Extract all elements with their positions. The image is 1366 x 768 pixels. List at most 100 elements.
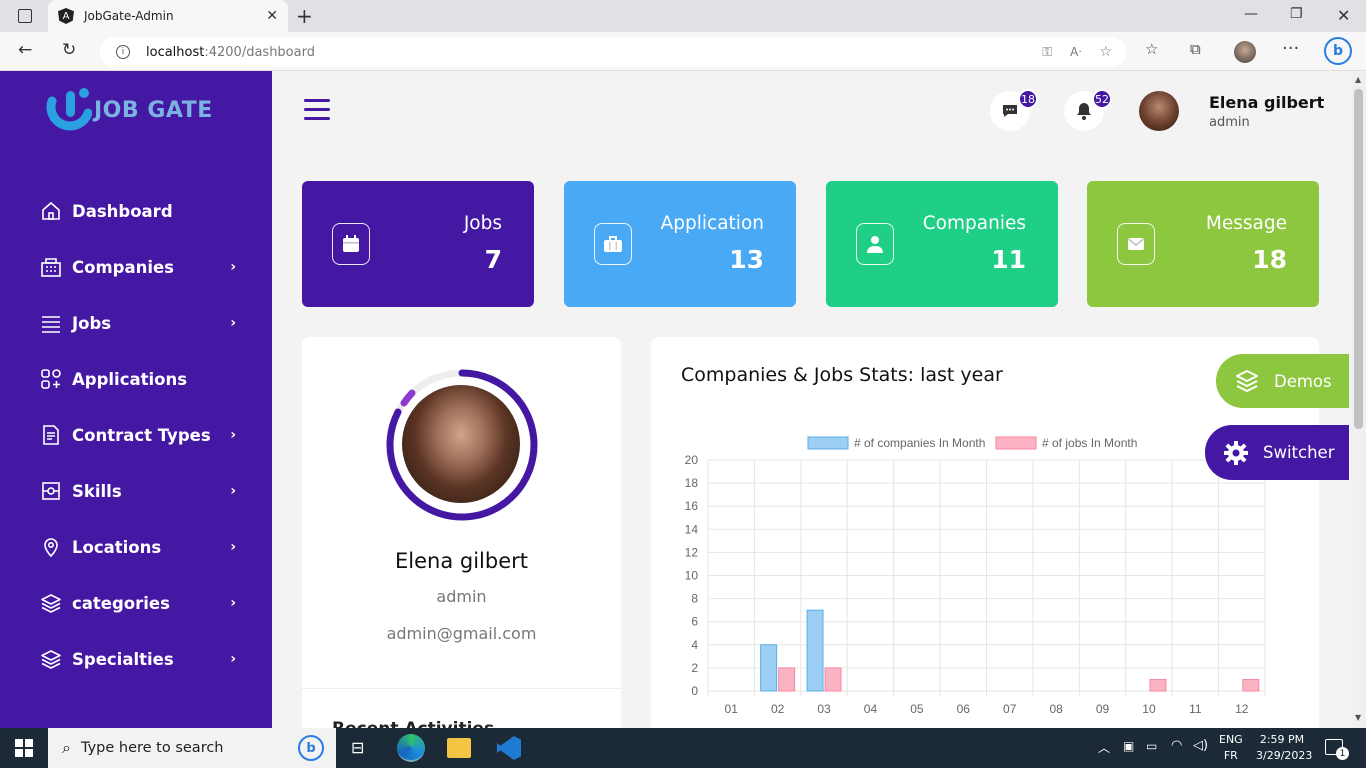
- stat-title: Jobs: [463, 213, 502, 234]
- sidebar-item-jobs[interactable]: Jobs ›: [0, 295, 272, 351]
- stat-card-message[interactable]: Message 18: [1087, 181, 1319, 307]
- collections-icon[interactable]: ⧉: [1190, 40, 1201, 58]
- bing-icon[interactable]: b: [1324, 37, 1352, 65]
- switcher-button[interactable]: Switcher: [1205, 425, 1349, 480]
- layers-icon: [40, 648, 62, 670]
- language-indicator[interactable]: ENG FR: [1219, 732, 1243, 764]
- sidebar-item-skills[interactable]: Skills ›: [0, 463, 272, 519]
- more-icon[interactable]: ···: [1282, 38, 1299, 59]
- logo-text: JOB GATE: [94, 97, 213, 123]
- logo-mark-icon: [44, 83, 93, 137]
- x-tick-label: 11: [1189, 702, 1202, 716]
- demos-button[interactable]: Demos: [1216, 354, 1349, 408]
- sidebar-item-locations[interactable]: Locations ›: [0, 519, 272, 575]
- stat-title: Companies: [922, 213, 1026, 234]
- sidebar-item-categories[interactable]: categories ›: [0, 575, 272, 631]
- sidebar-item-applications[interactable]: Applications: [0, 351, 272, 407]
- stats-chart-card: Companies & Jobs Stats: last year # of c…: [651, 337, 1319, 728]
- battery-icon[interactable]: ▭: [1146, 739, 1157, 753]
- clock[interactable]: 2:59 PM 3/29/2023: [1256, 732, 1312, 764]
- minimize-icon[interactable]: —: [1244, 6, 1258, 22]
- lang-bottom: FR: [1223, 749, 1238, 762]
- sidebar-item-contract-types[interactable]: Contract Types ›: [0, 407, 272, 463]
- profile-avatar-icon[interactable]: [1234, 41, 1256, 63]
- search-placeholder: Type here to search: [80, 740, 224, 756]
- recent-activities-title: Recent Activities: [332, 719, 494, 728]
- meet-icon[interactable]: ▣: [1123, 739, 1134, 753]
- sidebar: JOB GATE Dashboard Companies › Jobs › Appl…: [0, 71, 272, 728]
- address-bar-row: ← ↻ i localhost:4200/dashboard ⚿ Aᐧ ☆ ☆ …: [0, 32, 1366, 71]
- x-tick-label: 01: [725, 702, 739, 716]
- hamburger-menu-icon[interactable]: [304, 99, 330, 120]
- back-icon[interactable]: ←: [18, 40, 32, 60]
- scroll-up-icon[interactable]: ▲: [1355, 75, 1361, 84]
- notifications-badge: 52: [1092, 89, 1112, 109]
- location-pin-icon: [40, 536, 62, 558]
- stat-value: 7: [484, 245, 502, 274]
- x-tick-label: 06: [957, 702, 971, 716]
- stat-card-application[interactable]: Application 13: [564, 181, 796, 307]
- divider: [302, 688, 621, 689]
- mail-icon: [1117, 223, 1155, 265]
- windows-start-icon[interactable]: [15, 739, 33, 757]
- scrollbar-thumb[interactable]: [1354, 89, 1363, 429]
- key-icon[interactable]: ⚿: [1042, 45, 1052, 60]
- legend-swatch: [995, 436, 1037, 450]
- close-tab-icon[interactable]: ✕: [266, 8, 278, 24]
- sidebar-item-label: categories: [72, 593, 170, 613]
- document-icon: [40, 424, 62, 446]
- notifications-button[interactable]: 52: [1064, 89, 1112, 131]
- home-icon: [40, 200, 62, 222]
- scroll-down-icon[interactable]: ▼: [1355, 713, 1361, 722]
- logo[interactable]: JOB GATE: [44, 83, 213, 137]
- x-tick-label: 09: [1096, 702, 1110, 716]
- chart-card-title: Companies & Jobs Stats: last year: [681, 364, 1003, 386]
- stat-card-jobs[interactable]: Jobs 7: [302, 181, 534, 307]
- y-tick-label: 10: [685, 569, 699, 583]
- sidebar-menu: Dashboard Companies › Jobs › Applications …: [0, 183, 272, 687]
- read-aloud-icon[interactable]: Aᐧ: [1070, 45, 1081, 59]
- taskbar-search-field[interactable]: ⌕ Type here to search b: [48, 728, 336, 768]
- edge-icon[interactable]: [397, 734, 425, 762]
- bing-search-icon[interactable]: b: [298, 735, 324, 761]
- user-avatar[interactable]: [1139, 91, 1179, 131]
- y-tick-label: 2: [691, 661, 698, 675]
- sidebar-item-dashboard[interactable]: Dashboard: [0, 183, 272, 239]
- new-tab-icon[interactable]: +: [296, 4, 313, 28]
- restore-icon[interactable]: ❐: [1290, 6, 1303, 22]
- lang-top: ENG: [1219, 733, 1243, 746]
- wifi-icon[interactable]: ◠: [1171, 738, 1182, 753]
- task-view-icon[interactable]: ⊟: [351, 738, 364, 757]
- stat-value: 11: [991, 245, 1026, 274]
- profile-photo: [402, 385, 520, 503]
- page-scrollbar[interactable]: ▲ ▼: [1351, 71, 1366, 728]
- site-info-icon[interactable]: i: [116, 45, 130, 59]
- layers-icon: [40, 592, 62, 614]
- profile-name: Elena gilbert: [395, 549, 528, 573]
- y-tick-label: 20: [685, 453, 699, 467]
- sidebar-item-specialties[interactable]: Specialties ›: [0, 631, 272, 687]
- legend-swatch: [807, 436, 849, 450]
- search-icon: ⌕: [62, 738, 71, 757]
- add-favorite-icon[interactable]: ☆: [1099, 44, 1112, 60]
- volume-icon[interactable]: ◁): [1193, 738, 1208, 753]
- stat-card-companies[interactable]: Companies 11: [826, 181, 1058, 307]
- browser-tab[interactable]: A JobGate-Admin ✕: [48, 0, 288, 32]
- gear-icon: [1224, 440, 1248, 465]
- refresh-icon[interactable]: ↻: [62, 40, 76, 60]
- chevron-right-icon: ›: [230, 427, 236, 443]
- url-field[interactable]: i localhost:4200/dashboard ⚿ Aᐧ ☆: [100, 37, 1126, 67]
- close-window-icon[interactable]: ✕: [1337, 6, 1350, 25]
- messages-button[interactable]: 18: [990, 89, 1038, 131]
- sidebar-item-companies[interactable]: Companies ›: [0, 239, 272, 295]
- bar: [1149, 678, 1167, 692]
- file-explorer-icon[interactable]: [447, 738, 471, 758]
- chat-icon: [1003, 105, 1017, 117]
- x-tick-label: 10: [1142, 702, 1156, 716]
- bar: [1242, 678, 1260, 692]
- clock-time: 2:59 PM: [1259, 733, 1305, 746]
- vscode-icon[interactable]: [497, 736, 521, 760]
- tray-chevron-icon[interactable]: ︿: [1098, 739, 1110, 756]
- tab-actions-icon[interactable]: [18, 9, 32, 23]
- favorites-icon[interactable]: ☆: [1145, 40, 1158, 58]
